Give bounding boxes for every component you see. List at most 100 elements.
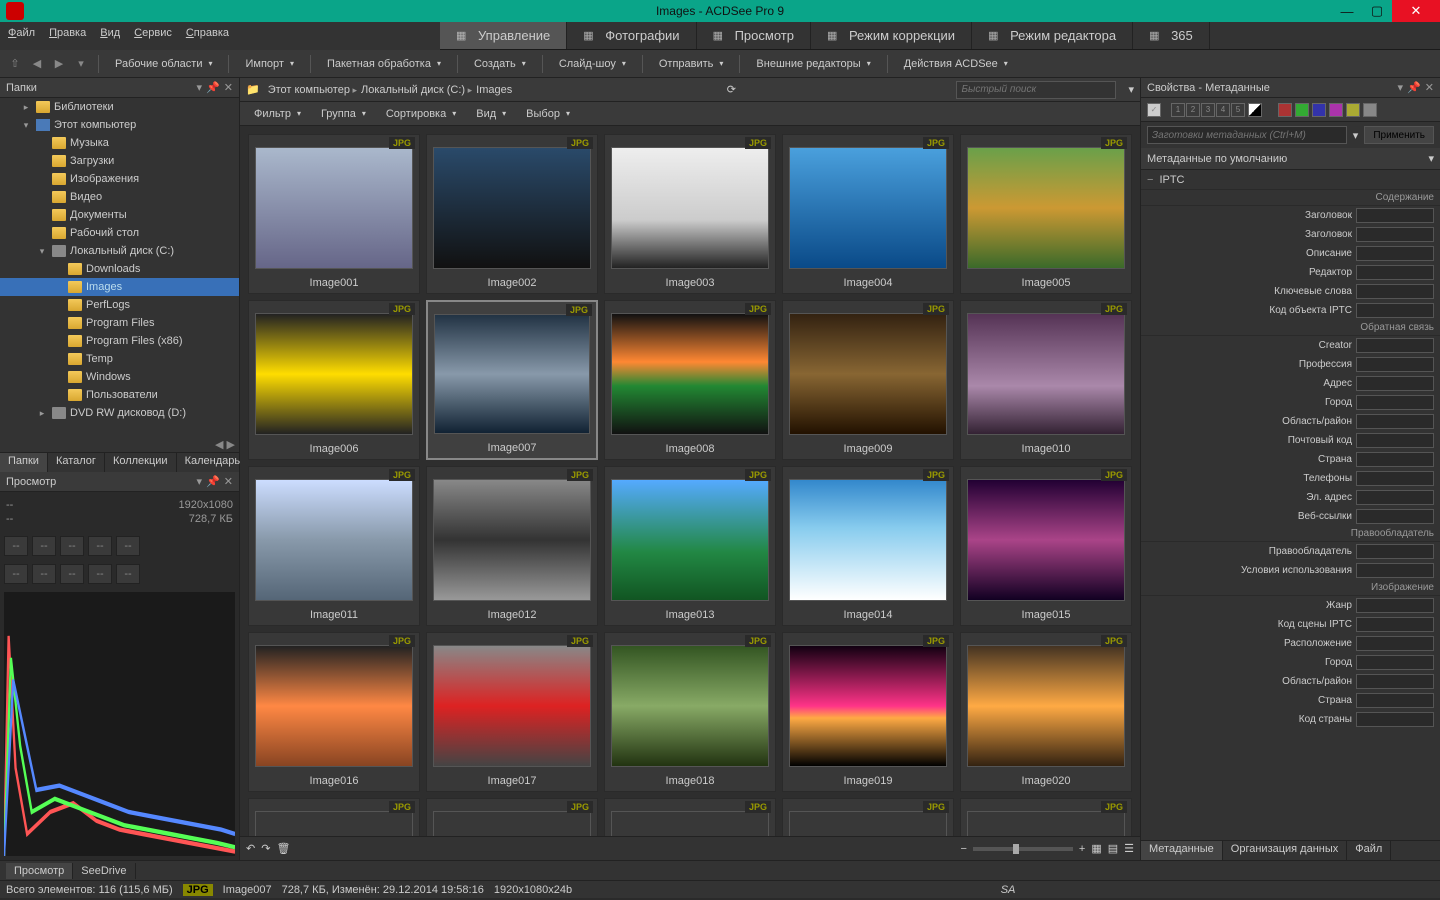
property-input[interactable]	[1356, 674, 1434, 689]
tree-item[interactable]: Рабочий стол	[0, 224, 239, 242]
folder-tree[interactable]: ▸Библиотеки▾Этот компьютерМузыкаЗагрузки…	[0, 98, 239, 438]
up-icon[interactable]: ⇧	[6, 55, 24, 73]
breadcrumb-item[interactable]: Images	[476, 84, 512, 96]
tree-item[interactable]: Музыка	[0, 134, 239, 152]
menu-item[interactable]: Сервис	[134, 27, 172, 39]
mode-tab[interactable]: ▦Режим редактора	[972, 22, 1133, 49]
info-btn[interactable]: --	[60, 536, 84, 556]
filter-button[interactable]: Сортировка	[378, 105, 464, 123]
folder-tab[interactable]: Коллекции	[105, 453, 177, 472]
tree-item[interactable]: Документы	[0, 206, 239, 224]
zoom-in-icon[interactable]: +	[1079, 843, 1085, 855]
property-input[interactable]	[1356, 414, 1434, 429]
tree-item[interactable]: ▸DVD RW дисковод (D:)	[0, 404, 239, 422]
rating-button[interactable]: 3	[1201, 103, 1215, 117]
property-input[interactable]	[1356, 563, 1434, 578]
toolbar-button[interactable]: Внешние редакторы	[748, 55, 878, 73]
property-input[interactable]	[1356, 598, 1434, 613]
property-input[interactable]	[1356, 284, 1434, 299]
zoom-slider[interactable]	[973, 847, 1073, 851]
info-btn[interactable]: --	[88, 536, 112, 556]
tree-item[interactable]: Изображения	[0, 170, 239, 188]
property-input[interactable]	[1356, 655, 1434, 670]
rotate-left-icon[interactable]: ↶	[246, 842, 255, 855]
property-input[interactable]	[1356, 490, 1434, 505]
panel-menu-icon[interactable]: ▾	[1398, 81, 1404, 94]
toolbar-button[interactable]: Слайд-шоу	[551, 55, 634, 73]
thumbnail[interactable]: JPG	[604, 798, 776, 836]
property-input[interactable]	[1356, 452, 1434, 467]
tree-item[interactable]: Downloads	[0, 260, 239, 278]
tree-item[interactable]: Видео	[0, 188, 239, 206]
thumbnail[interactable]: JPGImage009	[782, 300, 954, 460]
thumbnail[interactable]: JPGImage014	[782, 466, 954, 626]
close-button[interactable]: ✕	[1392, 0, 1440, 22]
property-input[interactable]	[1356, 471, 1434, 486]
folder-tab[interactable]: Папки	[0, 453, 48, 472]
preview-tab[interactable]: SeeDrive	[73, 863, 135, 879]
mode-tab[interactable]: ▦Фотографии	[567, 22, 696, 49]
mode-tab[interactable]: ▦Режим коррекции	[811, 22, 972, 49]
property-input[interactable]	[1356, 265, 1434, 280]
property-input[interactable]	[1356, 693, 1434, 708]
iptc-header[interactable]: IPTC	[1141, 170, 1440, 190]
toolbar-button[interactable]: Отправить	[651, 55, 732, 73]
property-input[interactable]	[1356, 433, 1434, 448]
filter-button[interactable]: Группа	[313, 105, 374, 123]
minimize-button[interactable]: —	[1332, 0, 1362, 22]
rating-button[interactable]: 5	[1231, 103, 1245, 117]
menu-item[interactable]: Справка	[186, 27, 229, 39]
view-icon[interactable]: ▦	[1091, 842, 1101, 855]
thumbnail[interactable]: JPGImage001	[248, 134, 420, 294]
property-input[interactable]	[1356, 636, 1434, 651]
thumbnail[interactable]: JPGImage013	[604, 466, 776, 626]
info-btn[interactable]: --	[32, 536, 56, 556]
info-btn[interactable]: --	[60, 564, 84, 584]
property-input[interactable]	[1356, 509, 1434, 524]
color-label-yellow[interactable]	[1346, 103, 1360, 117]
panel-pin-icon[interactable]: 📌	[206, 81, 220, 94]
thumbnail[interactable]: JPGImage017	[426, 632, 598, 792]
delete-icon[interactable]: 🗑	[276, 842, 290, 855]
folder-tab[interactable]: Календарь	[177, 453, 250, 472]
info-btn[interactable]: --	[116, 536, 140, 556]
menu-item[interactable]: Вид	[100, 27, 120, 39]
zoom-out-icon[interactable]: −	[960, 843, 966, 855]
panel-menu-icon[interactable]: ▾	[197, 475, 203, 488]
forward-icon[interactable]: ▶	[50, 55, 68, 73]
panel-close-icon[interactable]: ✕	[1425, 81, 1434, 94]
mode-tab[interactable]: ▦365	[1133, 22, 1210, 49]
panel-close-icon[interactable]: ✕	[224, 81, 233, 94]
property-input[interactable]	[1356, 376, 1434, 391]
toolbar-button[interactable]: Импорт	[237, 55, 301, 73]
color-label-gray[interactable]	[1363, 103, 1377, 117]
metadata-preset-select[interactable]	[1147, 126, 1347, 144]
info-btn[interactable]: --	[4, 536, 28, 556]
thumbnail[interactable]: JPGImage008	[604, 300, 776, 460]
refresh-icon[interactable]: ⟳	[727, 83, 736, 96]
thumbnail[interactable]: JPG	[782, 798, 954, 836]
toolbar-button[interactable]: Рабочие области	[107, 55, 220, 73]
tag-checkbox[interactable]: ✓	[1147, 103, 1161, 117]
tree-item[interactable]: ▾Этот компьютер	[0, 116, 239, 134]
tree-scroll[interactable]: ◀ ▶	[0, 438, 239, 452]
color-label-green[interactable]	[1295, 103, 1309, 117]
preset-dropdown-icon[interactable]: ▾	[1353, 129, 1359, 142]
property-input[interactable]	[1356, 208, 1434, 223]
clear-rating[interactable]	[1248, 103, 1262, 117]
menu-item[interactable]: Файл	[8, 27, 35, 39]
filter-button[interactable]: Фильтр	[246, 105, 309, 123]
maximize-button[interactable]: ▢	[1362, 0, 1392, 22]
mode-tab[interactable]: ▦Просмотр	[697, 22, 811, 49]
thumbnail[interactable]: JPGImage020	[960, 632, 1132, 792]
thumbnail[interactable]: JPGImage018	[604, 632, 776, 792]
info-btn[interactable]: --	[88, 564, 112, 584]
folder-tab[interactable]: Каталог	[48, 453, 105, 472]
thumbnail[interactable]: JPGImage004	[782, 134, 954, 294]
back-icon[interactable]: ◀	[28, 55, 46, 73]
thumbnail[interactable]: JPGImage019	[782, 632, 954, 792]
thumbnail[interactable]: JPGImage003	[604, 134, 776, 294]
property-tab[interactable]: Организация данных	[1223, 841, 1348, 860]
breadcrumb-item[interactable]: Локальный диск (C:)	[361, 84, 472, 96]
filter-button[interactable]: Выбор	[518, 105, 578, 123]
